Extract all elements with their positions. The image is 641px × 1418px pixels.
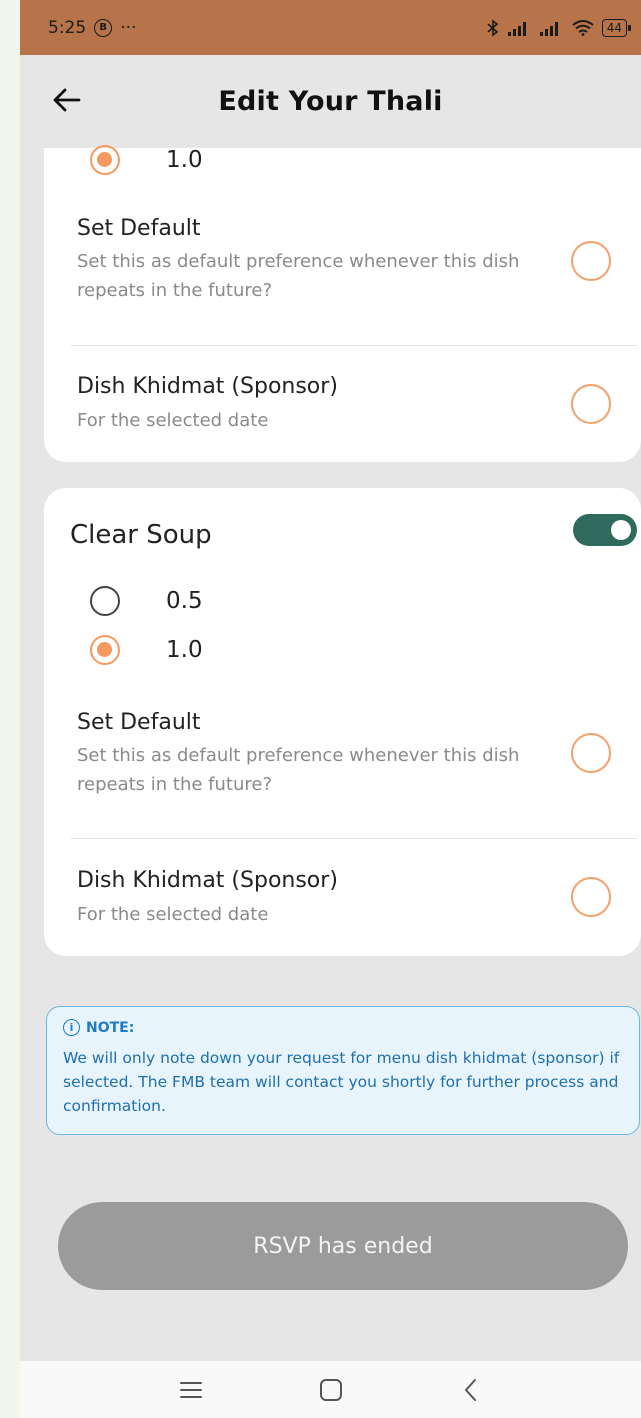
system-nav-bar: [20, 1361, 641, 1418]
khidmat-checkbox[interactable]: [571, 877, 611, 917]
note-text: We will only note down your request for …: [63, 1049, 620, 1115]
signal-icon: [507, 21, 526, 36]
home-icon[interactable]: [316, 1375, 346, 1405]
dish-name: Clear Soup: [70, 520, 212, 550]
note-heading: NOTE:: [86, 1019, 135, 1036]
khidmat-title: Dish Khidmat (Sponsor): [77, 374, 338, 399]
set-default-title: Set Default: [77, 216, 201, 241]
radio-unselected-icon[interactable]: [90, 586, 120, 616]
back-arrow-icon[interactable]: [52, 87, 82, 113]
divider: [70, 345, 637, 346]
portion-option-label: 0.5: [166, 588, 203, 614]
radio-selected-icon[interactable]: [90, 145, 120, 175]
portion-option-label: 1.0: [166, 637, 203, 663]
rsvp-ended-button[interactable]: RSVP has ended: [58, 1202, 628, 1290]
page-title: Edit Your Thali: [218, 86, 443, 117]
status-left: 5:25 B ···: [48, 18, 136, 38]
app-bar: Edit Your Thali: [20, 55, 641, 148]
portion-option[interactable]: 1.0: [90, 145, 203, 175]
phone-screen: 5:25 B ··· 44 Edit Your Thali 1.0 Set De…: [20, 0, 641, 1418]
note-box: i NOTE: We will only note down your requ…: [46, 1006, 640, 1135]
set-default-subtitle: Set this as default preference whenever …: [77, 745, 520, 795]
dish-card-partial: 1.0 Set Default Set this as default pref…: [44, 145, 641, 462]
dish-toggle-switch[interactable]: [573, 514, 637, 546]
status-more-dots: ···: [120, 17, 137, 38]
battery-icon: 44: [601, 18, 632, 37]
back-nav-icon[interactable]: [456, 1375, 486, 1405]
khidmat-title: Dish Khidmat (Sponsor): [77, 868, 338, 893]
set-default-subtitle: Set this as default preference whenever …: [77, 251, 520, 301]
portion-option-1-0[interactable]: 1.0: [90, 635, 203, 665]
signal-icon-2: [539, 21, 558, 36]
b-badge-icon: B: [94, 18, 113, 37]
set-default-title: Set Default: [77, 710, 201, 735]
status-time: 5:25: [48, 17, 87, 38]
set-default-checkbox[interactable]: [571, 733, 611, 773]
dish-card-clear-soup: Clear Soup 0.5 1.0 Set Default Set this …: [44, 488, 641, 956]
divider: [70, 838, 637, 839]
portion-option-label: 1.0: [166, 147, 203, 173]
khidmat-subtitle: For the selected date: [77, 904, 269, 925]
portion-option-0-5[interactable]: 0.5: [90, 586, 203, 616]
wifi-icon: [572, 19, 594, 36]
note-header: i NOTE:: [63, 1019, 623, 1036]
menu-icon[interactable]: [176, 1375, 206, 1405]
khidmat-checkbox[interactable]: [571, 384, 611, 424]
set-default-checkbox[interactable]: [571, 241, 611, 281]
status-right: 44: [486, 18, 632, 37]
radio-selected-icon[interactable]: [90, 635, 120, 665]
info-icon: i: [63, 1019, 80, 1036]
bluetooth-icon: [487, 18, 498, 37]
status-bar: 5:25 B ··· 44: [20, 0, 641, 55]
khidmat-subtitle: For the selected date: [77, 410, 269, 431]
